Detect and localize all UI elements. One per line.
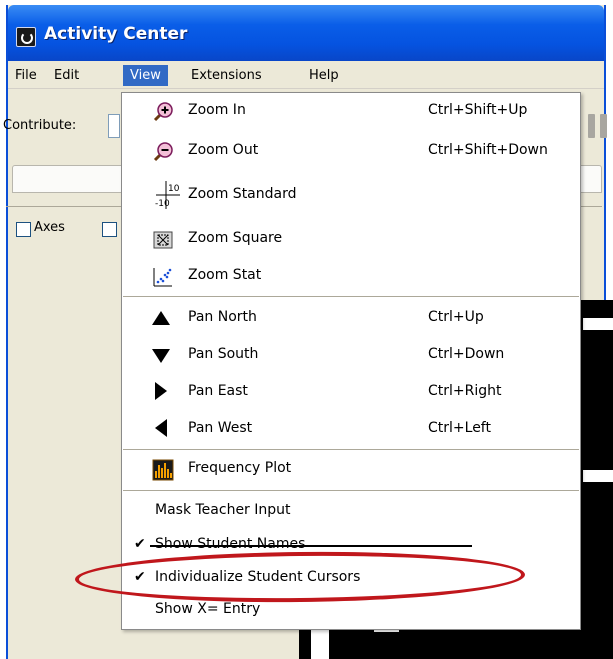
canvas-band — [583, 470, 613, 482]
zoom-stat-icon — [152, 266, 174, 288]
toolbar-grip[interactable] — [588, 114, 595, 138]
canvas-band — [583, 318, 613, 330]
zoom-in-icon — [152, 101, 174, 123]
shortcut-label: Ctrl+Right — [428, 383, 502, 399]
shortcut-label: Ctrl+Up — [428, 309, 484, 325]
menu-item-label: Zoom Standard — [188, 186, 297, 202]
shortcut-label: Ctrl+Down — [428, 346, 505, 362]
menu-file[interactable]: File — [8, 65, 44, 86]
menu-extensions[interactable]: Extensions — [184, 65, 269, 86]
menu-item-label: Pan East — [188, 383, 248, 399]
menu-item-label: Show Student Names — [155, 536, 306, 552]
zoom-out-icon — [152, 141, 174, 163]
menu-item-zoom-stat[interactable]: Zoom Stat — [122, 258, 580, 295]
app-icon — [16, 27, 36, 47]
menu-item-zoom-out[interactable]: Zoom Out Ctrl+Shift+Down — [122, 133, 580, 170]
menu-item-pan-north[interactable]: Pan North Ctrl+Up — [122, 300, 580, 337]
frequency-plot-icon — [152, 459, 174, 481]
menu-item-label: Mask Teacher Input — [155, 502, 291, 518]
shortcut-label: Ctrl+Shift+Down — [428, 142, 548, 158]
menu-item-label: Frequency Plot — [188, 460, 292, 476]
zoom-square-icon — [152, 229, 174, 251]
contribute-input[interactable] — [108, 114, 120, 138]
shortcut-label: Ctrl+Shift+Up — [428, 102, 528, 118]
arrow-left-icon — [152, 419, 174, 441]
zoom-standard-icon: 10 -10 — [154, 179, 182, 211]
menu-item-label: Pan North — [188, 309, 257, 325]
menu-item-label: Show X= Entry — [155, 601, 261, 617]
checkmark-icon: ✔ — [134, 536, 146, 552]
contribute-label: Contribute: — [3, 118, 77, 133]
menu-bar: File Edit View Extensions Help — [8, 61, 604, 89]
menu-item-pan-east[interactable]: Pan East Ctrl+Right — [122, 374, 580, 411]
menu-item-frequency-plot[interactable]: Frequency Plot — [122, 451, 580, 488]
arrow-down-icon — [152, 345, 174, 367]
menu-view[interactable]: View — [123, 65, 168, 86]
zoom-standard-top: 10 — [168, 184, 180, 194]
menu-item-pan-west[interactable]: Pan West Ctrl+Left — [122, 411, 580, 448]
zoom-standard-bottom: -10 — [155, 199, 170, 209]
arrow-right-icon — [152, 382, 174, 404]
title-bar[interactable]: Activity Center — [8, 5, 604, 61]
menu-item-mask-teacher-input[interactable]: Mask Teacher Input — [122, 493, 580, 530]
window-title: Activity Center — [44, 24, 188, 44]
menu-item-pan-south[interactable]: Pan South Ctrl+Down — [122, 337, 580, 374]
menu-item-label: Zoom Out — [188, 142, 259, 158]
strike-through-annotation — [150, 545, 472, 547]
menu-item-label: Pan West — [188, 420, 253, 436]
toolbar-grip[interactable] — [600, 114, 607, 138]
second-checkbox[interactable] — [102, 222, 117, 237]
menu-item-label: Zoom Square — [188, 230, 283, 246]
axes-checkbox[interactable] — [16, 222, 31, 237]
menu-separator — [123, 296, 579, 298]
menu-help[interactable]: Help — [302, 65, 346, 86]
menu-edit[interactable]: Edit — [47, 65, 86, 86]
menu-item-zoom-square[interactable]: Zoom Square — [122, 221, 580, 258]
menu-item-label: Pan South — [188, 346, 259, 362]
menu-item-label: Zoom In — [188, 102, 246, 118]
axes-label: Axes — [34, 220, 65, 235]
view-menu-dropdown: Zoom In Ctrl+Shift+Up Zoom Out Ctrl+Shif… — [121, 92, 581, 630]
menu-item-zoom-in[interactable]: Zoom In Ctrl+Shift+Up — [122, 93, 580, 130]
menu-separator — [123, 490, 579, 492]
shortcut-label: Ctrl+Left — [428, 420, 491, 436]
arrow-up-icon — [152, 308, 174, 330]
menu-item-label: Zoom Stat — [188, 267, 262, 283]
menu-item-zoom-standard[interactable]: 10 -10 Zoom Standard — [122, 175, 580, 215]
